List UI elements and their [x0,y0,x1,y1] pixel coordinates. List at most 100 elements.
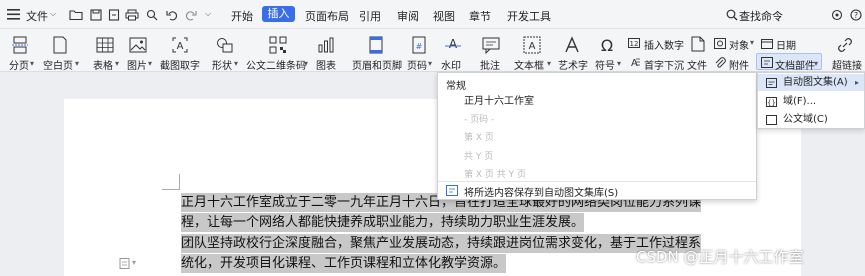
file-button[interactable]: 文件 [687,57,707,72]
table-arrow-icon[interactable]: ▾ [115,59,119,68]
blank-page-button[interactable]: 空白页 [43,57,73,72]
symbol-icon[interactable]: Ω [597,35,617,55]
tab-insert[interactable]: 插入 [262,6,295,22]
svg-text:Ω: Ω [601,36,613,54]
tab-chapter[interactable]: 章节 [469,8,491,24]
print-preview-icon[interactable] [145,8,158,21]
redo-icon[interactable] [184,8,197,21]
search-command[interactable]: 查找命令 [739,8,783,24]
object-arrow-icon[interactable]: ▾ [750,38,754,47]
date-icon [760,37,773,49]
menu-bar: 文件 ⌵ ⌵ 开始 插入 页面布局 引用 审阅 视图 章节 开发工具 查找命令 … [0,0,865,29]
table-icon[interactable] [95,35,115,55]
save-icon[interactable] [89,8,102,21]
attachment-icon [713,56,726,68]
svg-text:{}: {} [767,99,776,107]
tab-home[interactable]: 开始 [231,8,253,24]
header-footer-icon[interactable] [366,35,386,55]
dropdown-divider [438,181,756,182]
picture-icon[interactable] [128,35,148,55]
doc-parts-icon [760,56,773,68]
insert-number-button[interactable]: 插入数字 [644,37,684,52]
text-box-icon[interactable]: A [522,35,542,55]
screenshot-ocr-button[interactable]: 截图取字 [160,57,200,72]
page-break-button[interactable]: 分页 [9,57,29,72]
document-line[interactable]: 团队坚持政校行企深度融合，聚焦产业发展动态，持续跟进岗位需求变化，基于工作过程系 [181,234,702,253]
object-button[interactable]: 对象 [729,37,749,52]
screenshot-ocr-icon[interactable]: A [170,35,190,55]
doc-parts-button[interactable]: 文档部件 [775,57,815,72]
tab-developer[interactable]: 开发工具 [507,8,551,24]
autotext-entry[interactable]: 共 Y 页 [464,149,493,162]
autotext-entry[interactable]: 第 X 页 [464,130,494,143]
hyperlink-button[interactable]: 超链接 [832,57,862,72]
shapes-icon[interactable] [215,35,235,55]
tab-view[interactable]: 视图 [433,8,455,24]
save-to-gallery-item[interactable]: 将所选内容保存到自动图文集库(S) [464,184,618,199]
svg-text:A: A [177,41,184,52]
autotext-menu-label: 自动图文集(A) [783,77,848,88]
text-box-button[interactable]: 文本框 [514,57,544,72]
text-box-arrow-icon[interactable]: ▾ [547,59,551,68]
autotext-entry[interactable]: 正月十六工作室 [464,92,534,107]
object-icon [713,37,726,49]
watermark-icon[interactable]: A [443,35,463,55]
comment-icon[interactable] [481,35,501,55]
autotext-entry[interactable]: 第 X 页 共 Y 页 [464,167,526,180]
file-menu[interactable]: 文件 [26,8,48,24]
qr-code-arrow-icon[interactable]: ▾ [304,59,308,68]
collaboration-icon[interactable] [830,8,843,21]
blank-page-icon[interactable] [50,35,70,55]
document-line[interactable]: 程，让每一个网络人都能快捷养成职业能力，持续助力职业生涯发展。 [181,213,585,232]
page-number-icon[interactable]: # [409,35,429,55]
tab-review[interactable]: 审阅 [397,8,419,24]
table-button[interactable]: 表格 [93,57,113,72]
comment-button[interactable]: 批注 [480,57,500,72]
quick-access-more-icon[interactable]: ⌵ [205,9,211,19]
watermark-button[interactable]: 水印 [441,57,461,72]
doc-parts-submenu: 自动图文集(A) ▸ 域(F)... 公文域(C) {} [757,72,865,129]
save-to-gallery-icon [445,184,458,196]
tab-page-layout[interactable]: 页面布局 [305,8,349,24]
hyperlink-icon[interactable] [835,35,855,55]
word-art-button[interactable]: 艺术字 [558,57,588,72]
blank-page-arrow-icon[interactable]: ▾ [75,59,79,68]
shapes-arrow-icon[interactable]: ▾ [234,59,238,68]
open-folder-icon[interactable] [69,8,83,21]
qr-code-icon[interactable] [268,35,288,55]
file-menu-arrow-icon[interactable]: ⌵ [50,9,56,19]
qr-code-button[interactable]: 公文二维条码 [246,57,306,72]
chart-button[interactable]: 图表 [316,57,336,72]
search-icon[interactable] [725,8,738,21]
picture-arrow-icon[interactable]: ▾ [148,59,152,68]
page-number-arrow-icon[interactable]: ▾ [428,59,432,68]
undo-icon[interactable] [165,8,178,21]
chart-icon[interactable] [316,35,336,55]
help-icon[interactable]: ? [849,8,862,21]
paragraph-handle-arrow-icon[interactable]: ▾ [132,258,136,267]
autotext-entry[interactable]: - 页码 - [464,112,494,125]
shapes-button[interactable]: 形状 [212,57,232,72]
date-button[interactable]: 日期 [776,37,796,52]
print-icon[interactable] [125,8,139,21]
page-number-button[interactable]: 页码 [407,57,427,72]
doc-parts-arrow-icon[interactable]: ▾ [814,59,818,68]
submenu-arrow-icon: ▸ [854,78,859,87]
paragraph-handle-icon[interactable] [118,257,130,269]
picture-button[interactable]: 图片 [127,57,147,72]
document-line[interactable]: 统化，开发项目化课程、工作页课程和立体化教学资源。 [181,254,507,273]
page-break-arrow-icon[interactable]: ▾ [30,59,34,68]
header-footer-button[interactable]: 页眉和页脚 [352,57,402,72]
page-break-icon[interactable] [10,35,30,55]
csdn-watermark: CSDN @正月十六工作室 [636,248,804,266]
symbol-button[interactable]: 符号 [595,57,615,72]
word-art-icon[interactable] [562,35,582,55]
export-pdf-icon[interactable] [107,8,120,21]
drop-cap-icon: A [627,56,640,68]
hamburger-icon[interactable] [6,8,20,21]
tab-references[interactable]: 引用 [359,8,381,24]
official-field-menu-label: 公文域(C) [783,114,828,125]
symbol-arrow-icon[interactable]: ▾ [617,59,621,68]
attachment-button[interactable]: 附件 [729,57,749,72]
drop-cap-button[interactable]: 首字下沉 [644,57,684,72]
